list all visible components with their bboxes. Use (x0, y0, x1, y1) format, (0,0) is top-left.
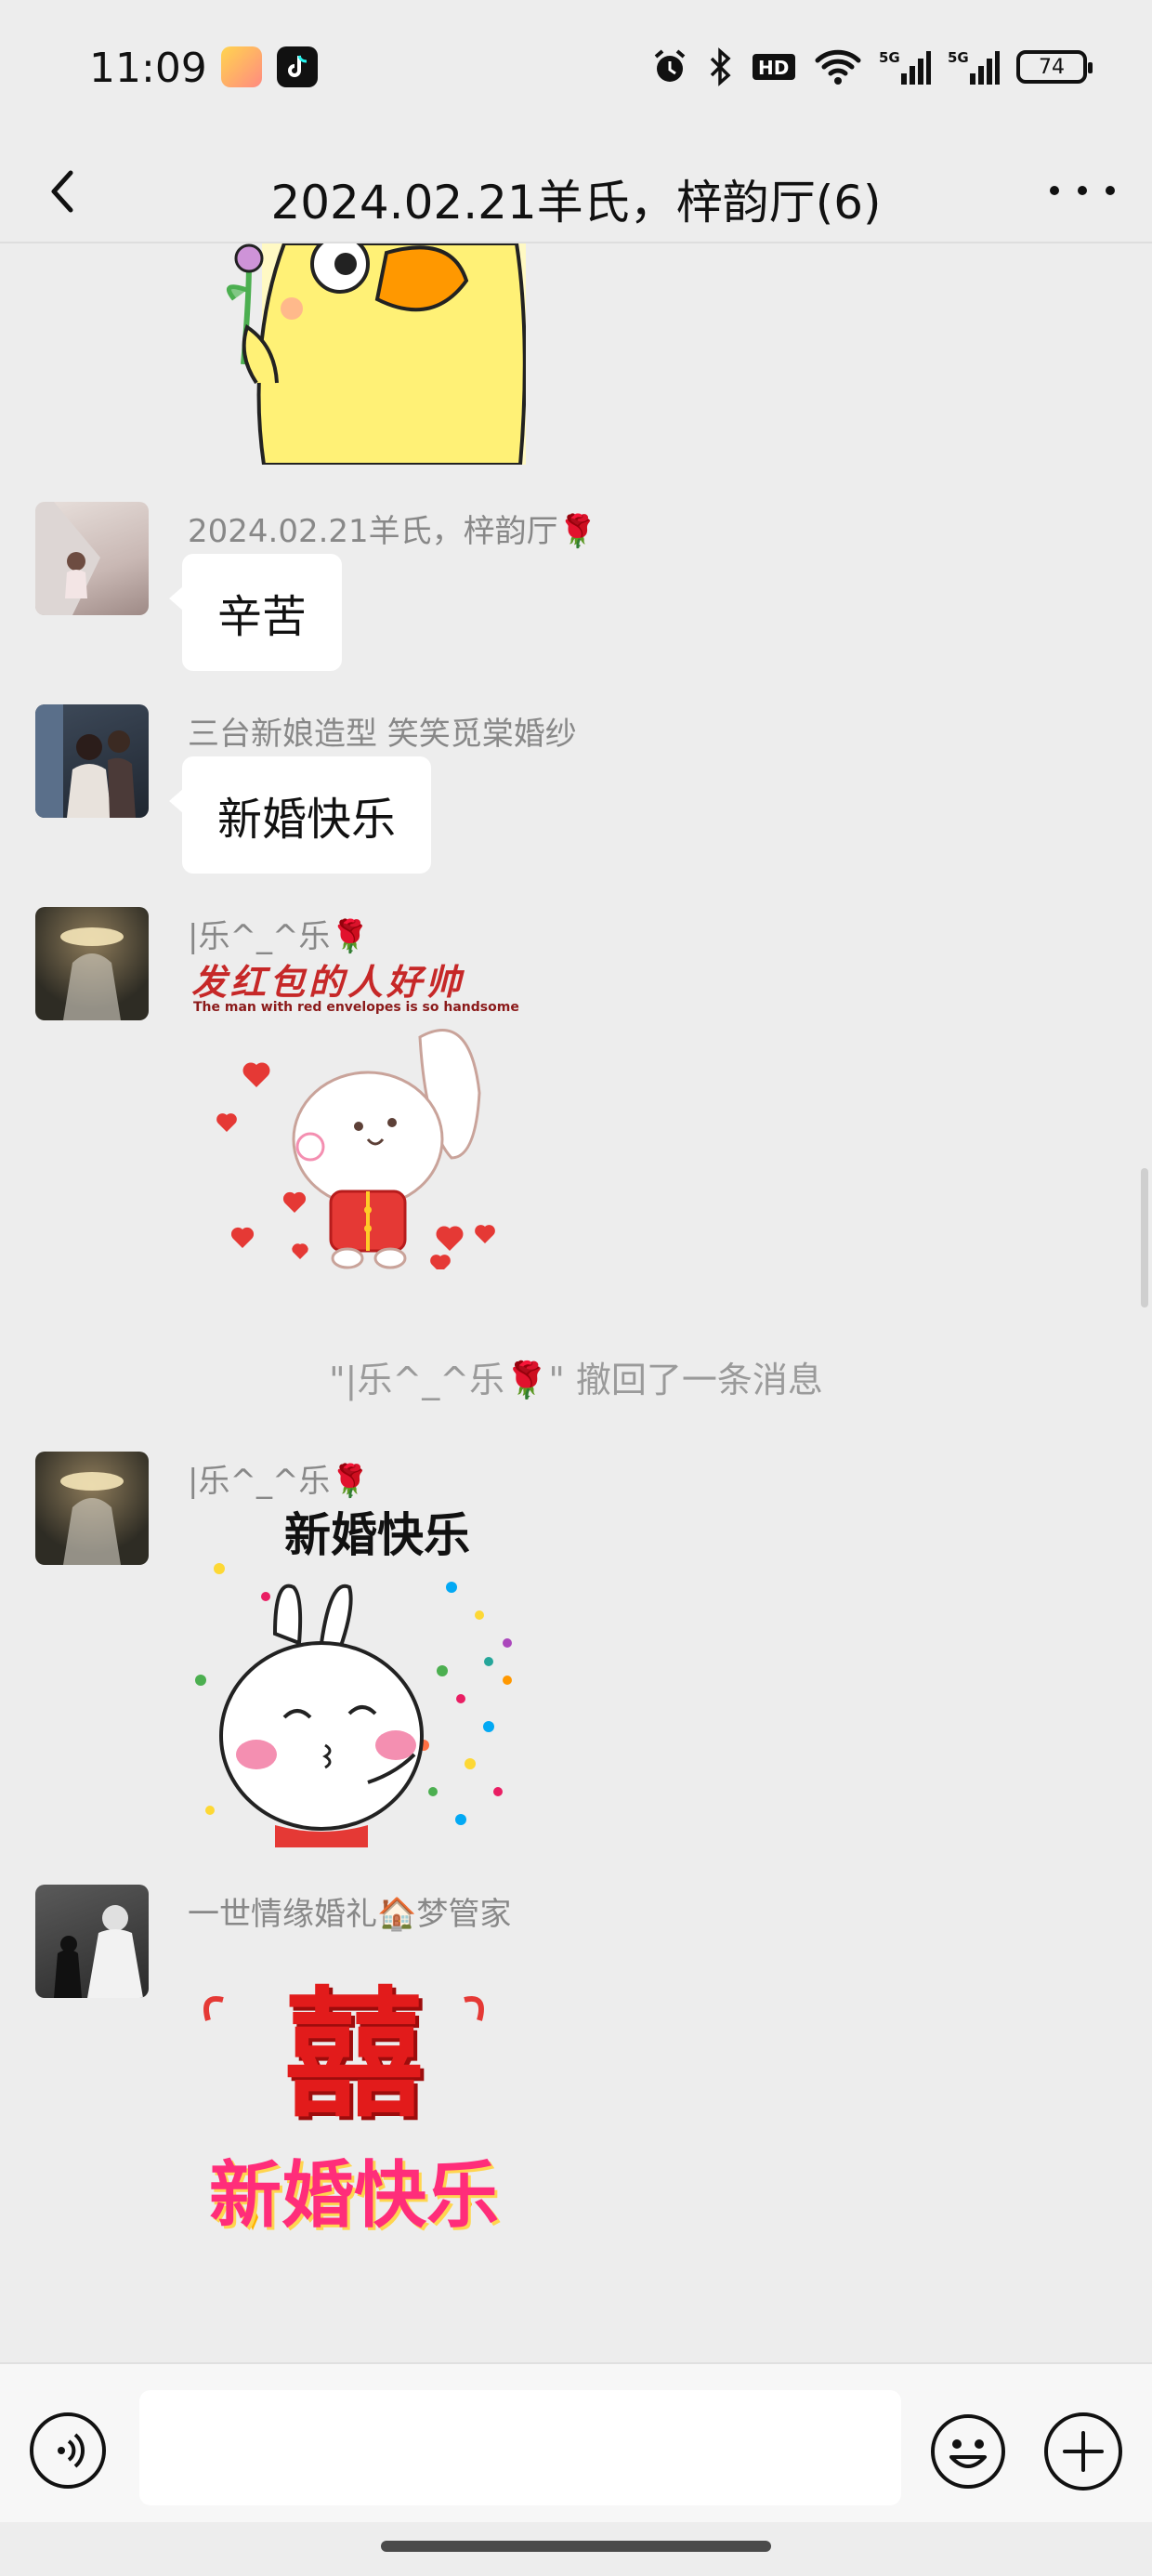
more-dot (1078, 186, 1087, 195)
voice-icon (58, 2433, 85, 2468)
sticker-caption: 新婚快乐 (284, 1508, 470, 1562)
input-bar (0, 2362, 1152, 2522)
status-time: 11:09 (89, 45, 207, 92)
chat-title: 2024.02.21羊氏，梓韵厅(6) (270, 176, 882, 230)
sender-name-text: 一世情缘婚礼 (188, 1896, 377, 1933)
wifi-icon (815, 49, 861, 85)
hd-icon: HD (753, 54, 795, 80)
emoji-button[interactable] (929, 2412, 1007, 2491)
chat-messages[interactable]: 2024.02.21羊氏，梓韵厅🌹 辛苦 三台新娘造型 笑笑觅棠婚纱 新婚快乐 … (0, 243, 1152, 2362)
message-bubble[interactable]: 新婚快乐 (168, 756, 432, 874)
svg-text:5G: 5G (879, 49, 900, 66)
more-options-button[interactable] (1050, 167, 1115, 214)
happy-wedding-bunny-sticker[interactable]: 新婚快乐 (182, 1494, 526, 1847)
home-indicator[interactable] (381, 2541, 771, 2552)
tiktok-icon (277, 46, 318, 87)
avatar[interactable] (35, 1885, 149, 1998)
duck-with-flower-sticker[interactable] (182, 243, 526, 465)
rose-emoji-icon: 🌹 (330, 918, 370, 955)
rose-emoji-icon: 🌹 (557, 513, 598, 550)
avatar[interactable] (35, 704, 149, 818)
sender-name-suffix: 梦管家 (416, 1896, 512, 1933)
sender-name: 一世情缘婚礼🏠梦管家 (188, 1888, 511, 1934)
signal-5g-icon: 5G (948, 49, 1000, 85)
signal-5g-icon: 5G (879, 49, 931, 85)
chat-header: 2024.02.21羊氏，梓韵厅(6) (0, 139, 1152, 243)
app-icon-pink (221, 46, 262, 87)
more-dot (1050, 186, 1059, 195)
sender-name-text: 2024.02.21羊氏，梓韵厅 (188, 513, 558, 550)
battery-level: 74 (1039, 55, 1065, 79)
sender-name: 三台新娘造型 笑笑觅棠婚纱 (188, 716, 577, 753)
smile-icon (931, 2414, 1005, 2489)
status-bar: 11:09 HD 5G 5G 74 (0, 0, 1152, 139)
more-dot (1106, 186, 1115, 195)
sender-name: |乐^_^乐🌹 (188, 911, 370, 956)
house-emoji-icon: 🏠 (377, 1896, 417, 1933)
voice-button[interactable] (30, 2412, 106, 2489)
svg-text:5G: 5G (948, 49, 969, 66)
sticker-caption: 发红包的人好帅 (191, 962, 465, 1003)
scrollbar[interactable] (1141, 1168, 1148, 1308)
sticker-subcaption: The man with red envelopes is so handsom… (193, 1000, 519, 1015)
battery-icon: 74 (1016, 50, 1093, 84)
svg-text:HD: HD (758, 57, 789, 79)
sender-name-text: |乐^_^乐 (188, 918, 331, 955)
plus-icon (1063, 2431, 1104, 2472)
alarm-icon (654, 49, 686, 82)
sticker-subcaption: 新婚快乐 (208, 2154, 499, 2238)
red-envelope-bunny-sticker[interactable]: 发红包的人好帅 The man with red envelopes is so… (182, 953, 526, 1269)
message-bubble[interactable]: 辛苦 (168, 554, 343, 671)
message-input[interactable] (139, 2390, 901, 2505)
recall-notice: "|乐^_^乐🌹" 撤回了一条消息 (329, 1360, 823, 1400)
avatar[interactable] (35, 1452, 149, 1565)
sender-name: 2024.02.21羊氏，梓韵厅🌹 (188, 506, 597, 551)
avatar[interactable] (35, 907, 149, 1020)
bluetooth-icon (710, 47, 731, 86)
sticker-caption: 囍 (283, 1976, 424, 2136)
avatar[interactable] (35, 502, 149, 615)
double-happiness-sticker[interactable]: 囍 新婚快乐 (182, 1976, 526, 2254)
plus-button[interactable] (1044, 2412, 1122, 2491)
